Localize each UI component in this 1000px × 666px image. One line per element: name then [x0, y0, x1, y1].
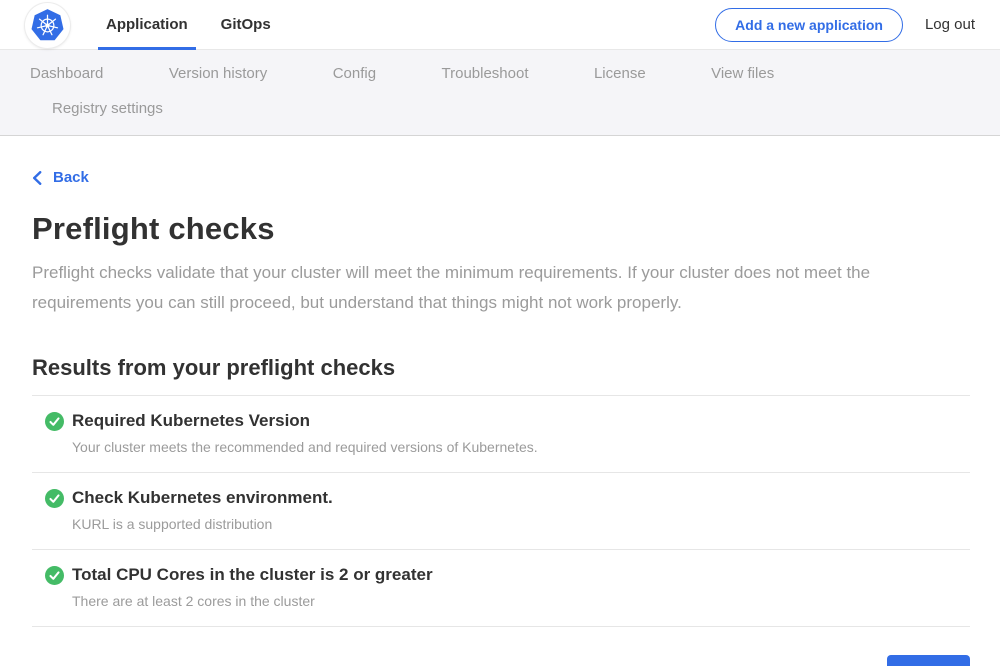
page-title: Preflight checks — [32, 211, 970, 247]
subnav-item-config[interactable]: Config — [333, 56, 376, 91]
kubernetes-logo-icon[interactable] — [25, 3, 70, 48]
success-check-icon — [45, 412, 64, 431]
subnav-item-registry-settings[interactable]: Registry settings — [52, 91, 163, 126]
check-message: Your cluster meets the recommended and r… — [72, 439, 538, 455]
back-link[interactable]: Back — [32, 169, 89, 186]
subnav-row-2: Registry settings — [0, 91, 1000, 126]
check-body: Required Kubernetes Version Your cluster… — [72, 411, 538, 455]
success-check-icon — [45, 489, 64, 508]
app-subnav: Dashboard Version history Config Trouble… — [0, 50, 1000, 136]
page-actions: Re-run — [32, 655, 970, 666]
preflight-check-row: Check Kubernetes environment. KURL is a … — [32, 472, 970, 549]
tab-gitops-label: GitOps — [221, 16, 271, 33]
rerun-button[interactable]: Re-run — [887, 655, 970, 666]
top-navbar: Application GitOps Add a new application… — [0, 0, 1000, 50]
app-root: Application GitOps Add a new application… — [0, 0, 1000, 666]
tab-application[interactable]: Application — [98, 0, 196, 49]
success-check-icon — [45, 566, 64, 585]
preflight-page: Back Preflight checks Preflight checks v… — [0, 136, 1000, 666]
subnav-row-1: Dashboard Version history Config Trouble… — [0, 56, 1000, 91]
tab-gitops[interactable]: GitOps — [213, 0, 279, 49]
check-title: Check Kubernetes environment. — [72, 488, 333, 508]
check-message: There are at least 2 cores in the cluste… — [72, 593, 433, 609]
add-application-button[interactable]: Add a new application — [715, 8, 903, 42]
subnav-item-version-history[interactable]: Version history — [169, 56, 267, 91]
logout-link[interactable]: Log out — [925, 16, 975, 33]
page-description: Preflight checks validate that your clus… — [32, 258, 947, 318]
tab-application-label: Application — [106, 16, 188, 33]
preflight-check-row: Total CPU Cores in the cluster is 2 or g… — [32, 549, 970, 626]
top-nav-tabs: Application GitOps — [98, 0, 296, 49]
check-title: Required Kubernetes Version — [72, 411, 538, 431]
check-title: Total CPU Cores in the cluster is 2 or g… — [72, 565, 433, 585]
check-message: KURL is a supported distribution — [72, 516, 333, 532]
topbar-right: Add a new application Log out — [715, 8, 975, 42]
subnav-item-view-files[interactable]: View files — [711, 56, 774, 91]
subnav-item-troubleshoot[interactable]: Troubleshoot — [442, 56, 529, 91]
subnav-item-dashboard[interactable]: Dashboard — [30, 56, 103, 91]
preflight-check-row: Required Kubernetes Version Your cluster… — [32, 395, 970, 472]
back-link-label: Back — [53, 169, 89, 186]
preflight-results-list: Required Kubernetes Version Your cluster… — [32, 395, 970, 627]
check-body: Total CPU Cores in the cluster is 2 or g… — [72, 565, 433, 609]
subnav-item-license[interactable]: License — [594, 56, 646, 91]
chevron-left-icon — [32, 171, 42, 185]
results-heading: Results from your preflight checks — [32, 355, 970, 381]
check-body: Check Kubernetes environment. KURL is a … — [72, 488, 333, 532]
